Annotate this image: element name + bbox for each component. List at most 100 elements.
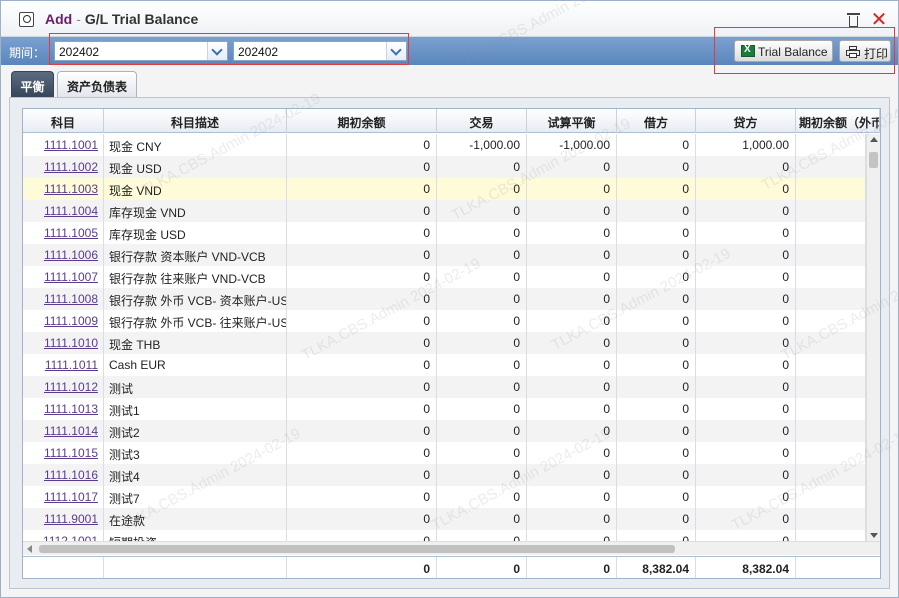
- table-row[interactable]: 1111.1012 测试 0 0 0 0 0: [23, 376, 866, 398]
- account-link[interactable]: 1111.1013: [23, 398, 104, 420]
- credit-amount: 0: [696, 442, 796, 464]
- table-row[interactable]: 1111.1006 银行存款 资本账户 VND-VCB 0 0 0 0 0: [23, 244, 866, 266]
- opening-balance: 0: [287, 464, 437, 486]
- table-row[interactable]: 1111.1001 现金 CNY 0 -1,000.00 -1,000.00 0 1,000…: [23, 134, 866, 156]
- scroll-thumb[interactable]: [39, 545, 675, 553]
- credit-amount: 0: [696, 354, 796, 376]
- table-row[interactable]: 1111.1007 银行存款 往来账户 VND-VCB 0 0 0 0 0: [23, 266, 866, 288]
- close-icon[interactable]: ✕: [869, 9, 889, 29]
- table-row[interactable]: 1111.1017 测试7 0 0 0 0 0: [23, 486, 866, 508]
- table-row[interactable]: 1111.1003 现金 VND 0 0 0 0 0: [23, 178, 866, 200]
- account-link[interactable]: 1111.1006: [23, 244, 104, 266]
- account-link[interactable]: 1111.1003: [23, 178, 104, 200]
- table-row[interactable]: 1111.1013 测试1 0 0 0 0 0: [23, 398, 866, 420]
- opening-balance: 0: [287, 200, 437, 222]
- opening-foreign-amount: [796, 200, 866, 222]
- account-link[interactable]: 1111.1016: [23, 464, 104, 486]
- scroll-thumb[interactable]: [869, 152, 878, 168]
- table-row[interactable]: 1111.1002 现金 USD 0 0 0 0 0: [23, 156, 866, 178]
- trial-balance-amount: 0: [527, 332, 617, 354]
- table-row[interactable]: 1111.1008 银行存款 外币 VCB- 资本账户-US 0 0 0 0 0: [23, 288, 866, 310]
- title-verb: Add: [45, 11, 73, 27]
- chevron-down-icon[interactable]: [207, 42, 227, 60]
- tab-balance-sheet[interactable]: 资产负债表: [57, 71, 137, 97]
- tab-balance[interactable]: 平衡: [11, 71, 54, 97]
- table-row[interactable]: 1111.1009 银行存款 外币 VCB- 往来账户-US 0 0 0 0 0: [23, 310, 866, 332]
- period-from-value: 202402: [59, 45, 100, 59]
- account-link[interactable]: 1111.1017: [23, 486, 104, 508]
- column-header-transaction[interactable]: 交易: [437, 109, 527, 133]
- scroll-left-icon[interactable]: [27, 545, 32, 553]
- opening-balance: 0: [287, 244, 437, 266]
- grid-header: 科目 科目描述 期初余额 交易 试算平衡 借方 贷方 期初余额（外币: [23, 109, 880, 133]
- debit-amount: 0: [617, 156, 696, 178]
- trial-balance-label: Trial Balance: [758, 45, 828, 59]
- account-link[interactable]: 1111.1015: [23, 442, 104, 464]
- credit-amount: 0: [696, 310, 796, 332]
- trial-balance-window: Add - G/L Trial Balance ✕ 期间： 202402 20240…: [0, 0, 899, 598]
- opening-foreign-amount: [796, 244, 866, 266]
- account-link[interactable]: 1112.1001: [23, 530, 104, 541]
- trial-balance-amount: 0: [527, 486, 617, 508]
- account-description: 库存现金 USD: [104, 222, 287, 244]
- transaction-amount: 0: [437, 420, 527, 442]
- table-row[interactable]: 1111.1010 现金 THB 0 0 0 0 0: [23, 332, 866, 354]
- trial-balance-amount: 0: [527, 178, 617, 200]
- account-link[interactable]: 1111.1014: [23, 420, 104, 442]
- account-link[interactable]: 1111.1011: [23, 354, 104, 376]
- period-to-select[interactable]: 202402: [233, 41, 407, 61]
- account-description: 在途款: [104, 508, 287, 530]
- column-header-account[interactable]: 科目: [23, 109, 104, 133]
- opening-foreign-amount: [796, 222, 866, 244]
- account-link[interactable]: 1111.1010: [23, 332, 104, 354]
- table-row[interactable]: 1111.1016 测试4 0 0 0 0 0: [23, 464, 866, 486]
- column-header-opening-foreign[interactable]: 期初余额（外币: [796, 109, 880, 133]
- account-link[interactable]: 1111.1005: [23, 222, 104, 244]
- account-description: 银行存款 外币 VCB- 资本账户-US: [104, 288, 287, 310]
- scroll-down-icon[interactable]: [870, 533, 878, 538]
- print-label: 打印: [864, 47, 889, 61]
- column-header-debit[interactable]: 借方: [617, 109, 696, 133]
- horizontal-scrollbar[interactable]: [23, 541, 880, 555]
- table-row[interactable]: 1112.1001短期投资00000: [23, 530, 866, 541]
- opening-balance: 0: [287, 178, 437, 200]
- opening-foreign-amount: [796, 442, 866, 464]
- transaction-amount: -1,000.00: [437, 134, 527, 156]
- table-row[interactable]: 1111.1014 测试2 0 0 0 0 0: [23, 420, 866, 442]
- credit-amount: 0: [696, 530, 796, 541]
- period-from-select[interactable]: 202402: [54, 41, 228, 61]
- account-link[interactable]: 1111.9001: [23, 508, 104, 530]
- account-link[interactable]: 1111.1012: [23, 376, 104, 398]
- account-link[interactable]: 1111.1007: [23, 266, 104, 288]
- chevron-down-icon[interactable]: [386, 42, 406, 60]
- table-row[interactable]: 1111.1011 Cash EUR 0 0 0 0 0: [23, 354, 866, 376]
- debit-amount: 0: [617, 178, 696, 200]
- account-link[interactable]: 1111.1008: [23, 288, 104, 310]
- print-button[interactable]: 打印: [839, 40, 891, 62]
- opening-balance: 0: [287, 156, 437, 178]
- account-link[interactable]: 1111.1004: [23, 200, 104, 222]
- trial-balance-amount: 0: [527, 398, 617, 420]
- transaction-amount: 0: [437, 354, 527, 376]
- table-row[interactable]: 1111.9001 在途款 0 0 0 0 0: [23, 508, 866, 530]
- credit-amount: 0: [696, 178, 796, 200]
- vertical-scrollbar[interactable]: [866, 134, 880, 541]
- account-description: 现金 USD: [104, 156, 287, 178]
- account-link[interactable]: 1111.1001: [23, 134, 104, 156]
- table-row[interactable]: 1111.1015 测试3 0 0 0 0 0: [23, 442, 866, 464]
- table-row[interactable]: 1111.1005 库存现金 USD 0 0 0 0 0: [23, 222, 866, 244]
- account-link[interactable]: 1111.1009: [23, 310, 104, 332]
- opening-balance: 0: [287, 266, 437, 288]
- column-header-trial[interactable]: 试算平衡: [527, 109, 617, 133]
- opening-foreign-amount: [796, 332, 866, 354]
- opening-foreign-amount: [796, 530, 866, 541]
- column-header-opening[interactable]: 期初余额: [287, 109, 437, 133]
- trial-balance-button[interactable]: Trial Balance: [734, 40, 833, 62]
- account-link[interactable]: 1111.1002: [23, 156, 104, 178]
- column-header-credit[interactable]: 贷方: [696, 109, 796, 133]
- table-row[interactable]: 1111.1004 库存现金 VND 0 0 0 0 0: [23, 200, 866, 222]
- account-description: 测试: [104, 376, 287, 398]
- column-header-description[interactable]: 科目描述: [104, 109, 287, 133]
- trash-icon[interactable]: [847, 13, 860, 27]
- scroll-up-icon[interactable]: [870, 137, 878, 142]
